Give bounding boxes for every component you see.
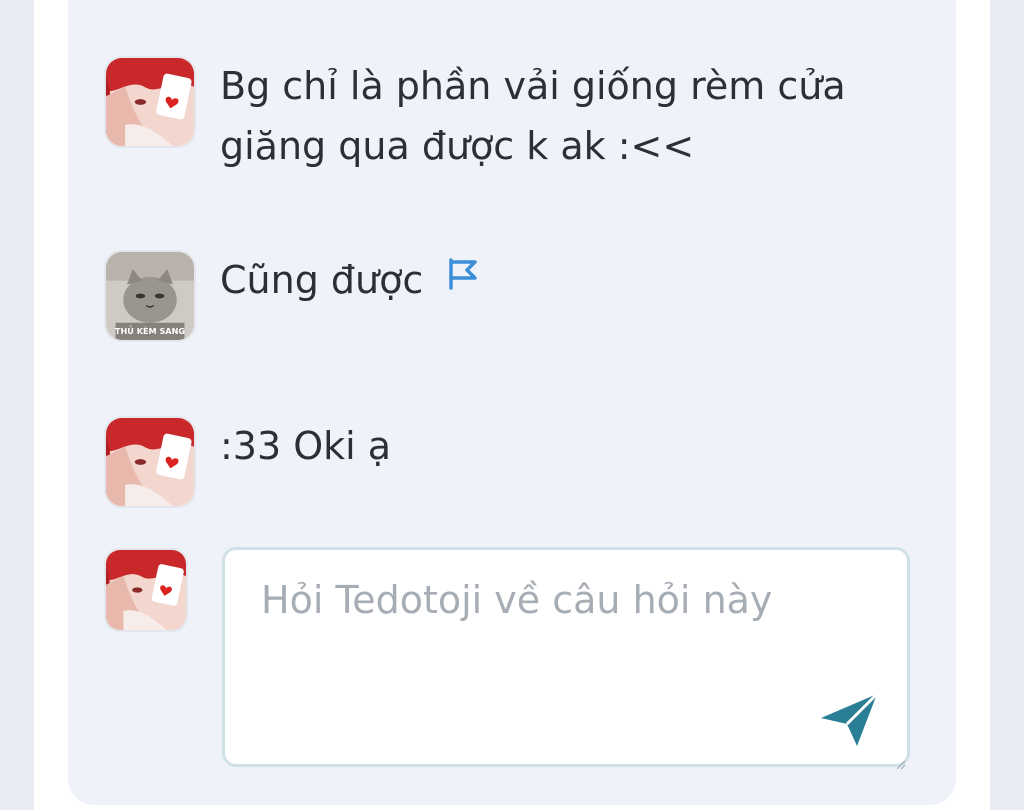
- reply-avatar-wrapper: [104, 548, 188, 632]
- reply-input-box: [222, 547, 910, 770]
- cat-avatar-icon[interactable]: THỦ KÈM SANG: [104, 250, 196, 342]
- resize-grip-icon[interactable]: [896, 754, 906, 770]
- comment-text: Bg chỉ là phần vải giống rèm cửa giăng q…: [220, 56, 846, 176]
- comment-item: Bg chỉ là phần vải giống rèm cửa giăng q…: [104, 56, 846, 176]
- flag-icon[interactable]: [445, 249, 481, 309]
- comment-text-content: :33 Oki ạ: [220, 424, 392, 468]
- avatar-caption: THỦ KÈM SANG: [115, 324, 185, 336]
- comment-item: :33 Oki ạ: [104, 416, 391, 508]
- comment-text: :33 Oki ạ: [220, 416, 391, 476]
- comment-text-content: Cũng được: [220, 258, 424, 302]
- reply-input[interactable]: [261, 570, 821, 720]
- comment-text: Cũng được: [220, 250, 481, 310]
- comment-text-line: Bg chỉ là phần vải giống rèm cửa: [220, 64, 846, 108]
- red-hair-avatar-icon[interactable]: [104, 548, 188, 632]
- comment-item: THỦ KÈM SANG Cũng được: [104, 250, 481, 342]
- red-hair-avatar-icon[interactable]: [104, 416, 196, 508]
- comment-text-line: giăng qua được k ak :<<: [220, 124, 695, 168]
- send-icon[interactable]: [817, 688, 881, 752]
- red-hair-avatar-icon[interactable]: [104, 56, 196, 148]
